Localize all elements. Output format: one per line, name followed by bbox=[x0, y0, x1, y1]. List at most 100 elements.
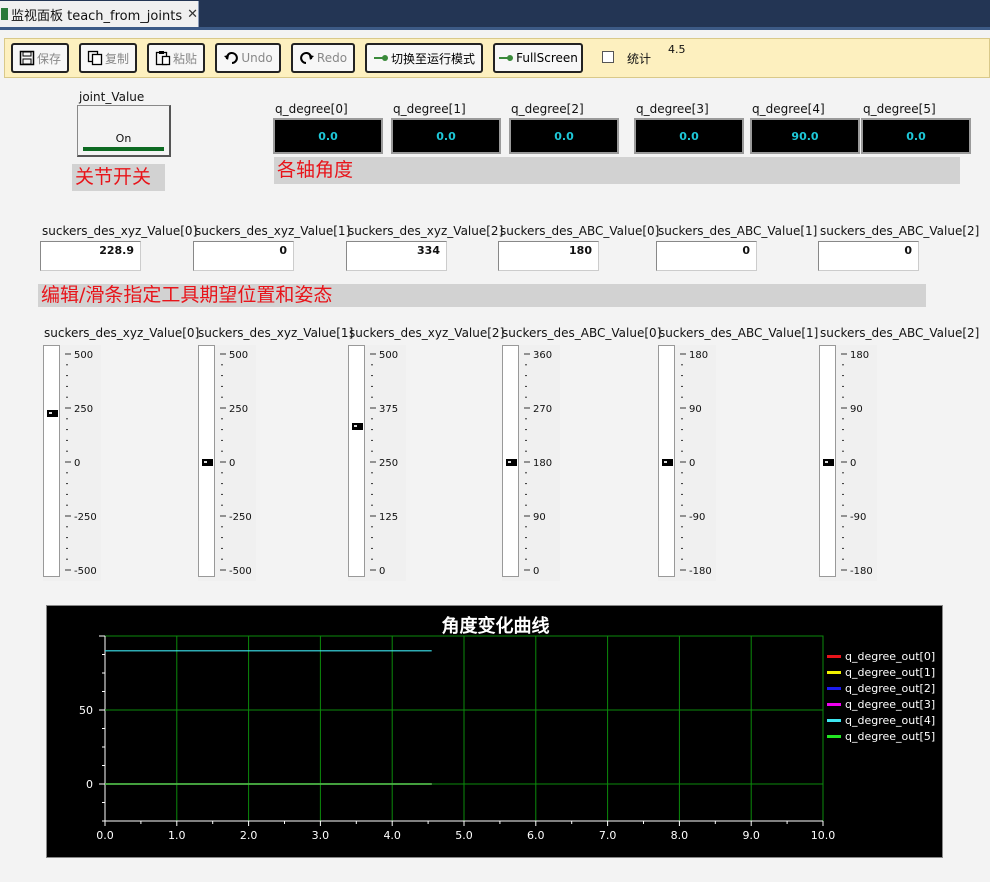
degree-display: 90.0 bbox=[750, 118, 860, 154]
joint-switch-indicator bbox=[83, 147, 164, 151]
slider-tick-label: 250 bbox=[229, 404, 248, 415]
slider-tick-label: -250 bbox=[74, 512, 97, 523]
slider-abc-1: 180 90 0 -90 -180 bbox=[658, 345, 716, 581]
slider-tick-label: 375 bbox=[379, 404, 398, 415]
slider-track[interactable] bbox=[819, 345, 836, 577]
close-icon[interactable]: ✕ bbox=[187, 7, 198, 22]
slider-scale: 180 90 0 -90 -180 bbox=[841, 350, 873, 577]
degrees-caption: 各轴角度 bbox=[274, 157, 960, 184]
fullscreen-button[interactable]: FullScreen bbox=[493, 43, 583, 73]
xyz-input-0[interactable]: 228.9 bbox=[40, 241, 141, 271]
edit-caption: 编辑/滑条指定工具期望位置和姿态 bbox=[38, 284, 926, 307]
slider-tick-label: 500 bbox=[229, 350, 248, 361]
abc-input-0[interactable]: 180 bbox=[498, 241, 599, 271]
legend-label: q_degree_out[5] bbox=[845, 729, 936, 743]
slider-abc-2: 180 90 0 -90 -180 bbox=[819, 345, 877, 581]
x-tick-label: 7.0 bbox=[599, 829, 617, 842]
switch-run-mode-button[interactable]: 切换至运行模式 bbox=[365, 43, 483, 73]
slider-tick-label: 0 bbox=[229, 458, 235, 469]
save-button[interactable]: 保存 bbox=[11, 43, 69, 73]
slider-xyz-2: 500 375 250 125 0 bbox=[348, 345, 406, 581]
xyz-input-2[interactable]: 334 bbox=[346, 241, 447, 271]
slider-label: suckers_des_xyz_Value[2] bbox=[349, 326, 505, 340]
abc-input-2[interactable]: 0 bbox=[818, 241, 919, 271]
slider-scale: 500 375 250 125 0 bbox=[370, 350, 398, 577]
slider-track[interactable] bbox=[502, 345, 519, 577]
slider-tick-label: 180 bbox=[533, 458, 552, 469]
slider-track[interactable] bbox=[198, 345, 215, 577]
slider-thumb[interactable] bbox=[662, 459, 673, 466]
slider-scale: 500 250 0 -250 -500 bbox=[65, 350, 97, 577]
degree-label: q_degree[0] bbox=[275, 102, 348, 116]
copy-icon bbox=[87, 50, 103, 66]
slider-thumb[interactable] bbox=[352, 422, 363, 430]
y-tick-label: 50 bbox=[79, 704, 93, 717]
legend-swatch bbox=[827, 670, 841, 674]
legend-label: q_degree_out[0] bbox=[845, 649, 936, 663]
stats-label: 统计 bbox=[627, 52, 652, 66]
legend-label: q_degree_out[4] bbox=[845, 713, 936, 727]
xyz-input-1[interactable]: 0 bbox=[193, 241, 294, 271]
joint-switch-button[interactable]: On bbox=[77, 105, 171, 157]
slider-label: suckers_des_xyz_Value[1] bbox=[198, 326, 354, 340]
legend-swatch bbox=[827, 702, 841, 706]
copy-button[interactable]: 复制 bbox=[79, 43, 137, 73]
redo-label: Redo bbox=[316, 51, 348, 65]
degree-display: 0.0 bbox=[391, 118, 501, 154]
angle-chart: 0.0 1.0 2.0 3.0 4.0 5.0 6.0 7.0 8.0 9.0 10.0 0 50 角度… bbox=[46, 605, 943, 858]
slider-thumb[interactable] bbox=[202, 459, 213, 466]
abc-input-1[interactable]: 0 bbox=[656, 241, 757, 271]
chart-legend: q_degree_out[0] q_degree_out[1] q_degree_o… bbox=[827, 648, 935, 744]
tab-monitor-panel[interactable]: 监视面板 teach_from_joints ✕ bbox=[0, 1, 199, 27]
slider-tick-label: -250 bbox=[229, 512, 252, 523]
degree-display: 0.0 bbox=[509, 118, 619, 154]
slider-tick-label: -90 bbox=[689, 512, 705, 523]
slider-tick-label: 180 bbox=[689, 350, 708, 361]
paste-icon bbox=[155, 51, 171, 66]
slider-tick-label: 90 bbox=[689, 404, 702, 415]
slider-tick-label: 270 bbox=[533, 404, 552, 415]
redo-button[interactable]: Redo bbox=[291, 43, 355, 73]
slider-track[interactable] bbox=[43, 345, 60, 577]
legend-label: q_degree_out[3] bbox=[845, 697, 936, 711]
input-label: suckers_des_xyz_Value[0] bbox=[42, 224, 198, 238]
slider-tick-label: 0 bbox=[850, 458, 856, 469]
slider-scale: 360 270 180 90 0 bbox=[524, 350, 552, 577]
y-tick-label: 0 bbox=[86, 778, 93, 791]
tab-title: 监视面板 teach_from_joints bbox=[10, 8, 183, 24]
degree-label: q_degree[5] bbox=[863, 102, 936, 116]
slider-thumb[interactable] bbox=[823, 459, 834, 466]
slider-track[interactable] bbox=[348, 345, 365, 577]
slider-xyz-1: 500 250 0 -250 -500 bbox=[198, 345, 256, 581]
joint-switch-caption: 关节开关 bbox=[72, 164, 165, 191]
input-label: suckers_des_ABC_Value[2] bbox=[820, 224, 980, 238]
switch-run-mode-label: 切换至运行模式 bbox=[390, 51, 475, 66]
degree-label: q_degree[1] bbox=[393, 102, 466, 116]
input-label: suckers_des_xyz_Value[1] bbox=[195, 224, 351, 238]
legend-item: q_degree_out[0] bbox=[827, 648, 935, 664]
undo-icon bbox=[224, 52, 239, 64]
legend-swatch bbox=[827, 718, 841, 722]
slider-thumb[interactable] bbox=[47, 409, 58, 417]
slider-tick-label: -180 bbox=[850, 566, 873, 577]
slider-scale: 180 90 0 -90 -180 bbox=[680, 350, 712, 577]
x-tick-label: 2.0 bbox=[240, 829, 258, 842]
slider-tick-label: -90 bbox=[850, 512, 866, 523]
slider-track[interactable] bbox=[658, 345, 675, 577]
degree-label: q_degree[2] bbox=[511, 102, 584, 116]
fullscreen-icon bbox=[499, 55, 514, 61]
degree-display: 0.0 bbox=[634, 118, 744, 154]
fullscreen-label: FullScreen bbox=[516, 51, 578, 65]
slider-tick-label: 90 bbox=[533, 512, 546, 523]
x-tick-label: 8.0 bbox=[671, 829, 689, 842]
joint-switch-state: On bbox=[115, 132, 132, 145]
undo-label: Undo bbox=[241, 51, 273, 65]
stats-checkbox[interactable] bbox=[602, 51, 614, 63]
slider-thumb[interactable] bbox=[506, 459, 517, 466]
undo-button[interactable]: Undo bbox=[215, 43, 281, 73]
slider-tick-label: 250 bbox=[74, 404, 93, 415]
paste-button[interactable]: 粘贴 bbox=[147, 43, 205, 73]
slider-tick-label: 250 bbox=[379, 458, 398, 469]
degree-display: 0.0 bbox=[273, 118, 383, 154]
joint-switch-title: joint_Value bbox=[79, 90, 145, 104]
